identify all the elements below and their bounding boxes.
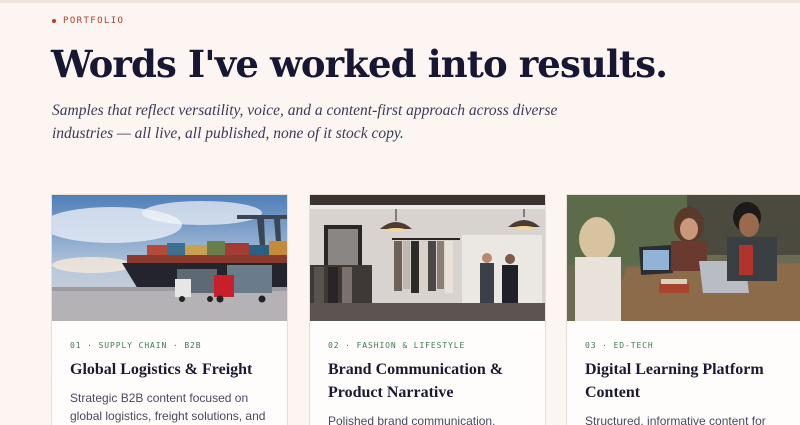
eyebrow-label: PORTFOLIO [63, 16, 125, 26]
bullet-dot-icon [52, 19, 56, 23]
top-border [0, 0, 800, 3]
card-description: Polished brand communication, [328, 414, 496, 425]
card-image-cargo-ship [52, 195, 287, 321]
page-title: Words I've worked into results. [51, 42, 668, 86]
card-title[interactable]: Brand Communication & Product Narrative [328, 358, 533, 404]
card-description: Strategic B2B content focused on global … [70, 391, 266, 423]
card-image-students [567, 195, 800, 321]
portfolio-card-fashion[interactable]: 02 · FASHION & LIFESTYLE Brand Communica… [309, 194, 546, 425]
card-title[interactable]: Global Logistics & Freight [70, 358, 275, 381]
card-category: 02 · FASHION & LIFESTYLE [328, 341, 466, 350]
section-eyebrow: PORTFOLIO [52, 16, 124, 26]
card-category: 01 · SUPPLY CHAIN · B2B [70, 341, 202, 350]
portfolio-card-edtech[interactable]: 03 · ED-TECH Digital Learning Platform C… [566, 194, 800, 425]
card-title[interactable]: Digital Learning Platform Content [585, 358, 790, 404]
portfolio-card-grid: 01 · SUPPLY CHAIN · B2B Global Logistics… [51, 194, 800, 425]
card-category: 03 · ED-TECH [585, 341, 654, 350]
portfolio-card-logistics[interactable]: 01 · SUPPLY CHAIN · B2B Global Logistics… [51, 194, 288, 425]
page-subtitle: Samples that reflect versatility, voice,… [52, 102, 558, 142]
card-description: Structured, informative content for [585, 414, 766, 425]
card-image-boutique [310, 195, 545, 321]
